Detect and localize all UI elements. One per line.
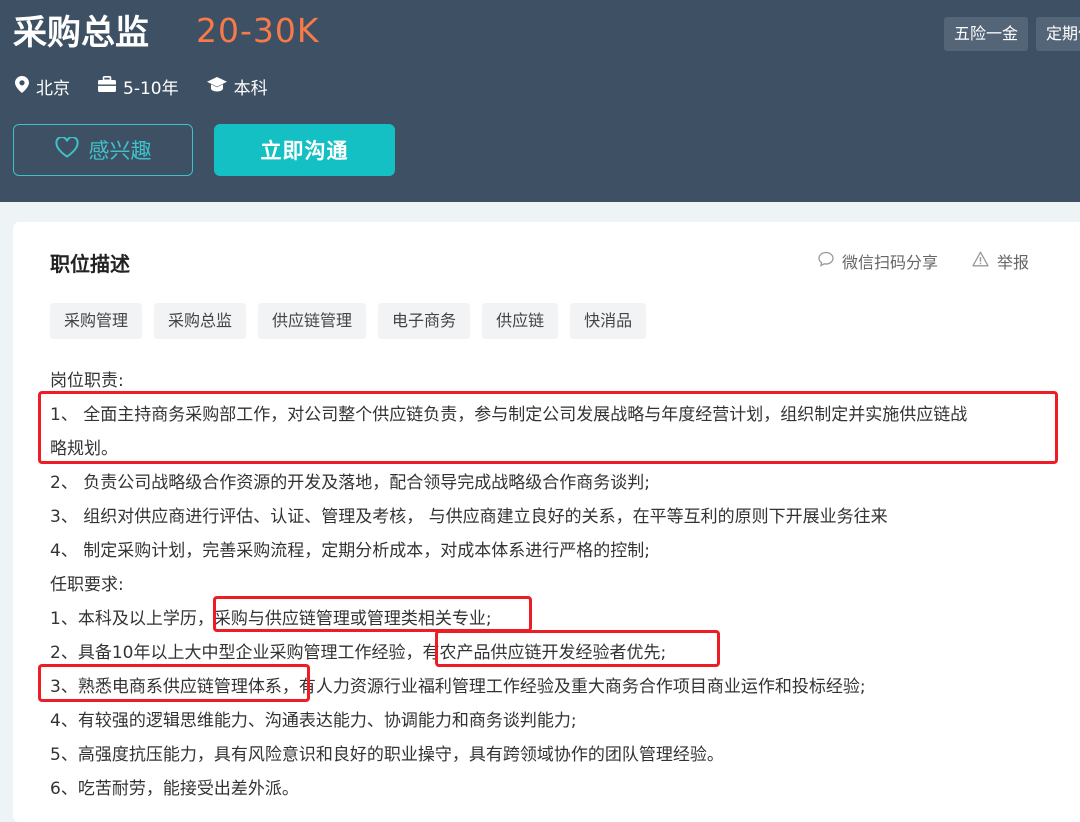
card-actions: 微信扫码分享 举报: [818, 249, 1063, 273]
wechat-share-label: 微信扫码分享: [842, 253, 939, 272]
job-description: 岗位职责: 1、 全面主持商务采购部工作，对公司整个供应链负责，参与制定公司发展…: [50, 364, 1060, 806]
duty-item: 1、 全面主持商务采购部工作，对公司整个供应链负责，参与制定公司发展战略与年度经…: [50, 405, 968, 425]
requirement-item: 1、本科及以上学历，采购与供应链管理或管理类相关专业;: [50, 609, 492, 629]
chat-now-button[interactable]: 立即沟通: [214, 124, 395, 176]
report-label: 举报: [997, 253, 1030, 272]
graduation-cap-icon: [206, 76, 234, 97]
job-title: 采购总监: [13, 13, 149, 53]
job-description-card: 职位描述 微信扫码分享 举报 采购管理 采购总监 供应链管理 电子商务 供应链 …: [13, 222, 1080, 822]
skill-tag: 采购总监: [154, 303, 247, 339]
job-meta: 北京 5-10年 本科: [15, 74, 296, 99]
requirement-item: 2、具备10年以上大中型企业采购管理工作经验，有农产品供应链开发经验者优先;: [50, 643, 667, 663]
interest-button-label: 感兴趣: [88, 139, 152, 163]
requirement-item: 6、吃苦耐劳，能接受出差外派。: [50, 779, 299, 799]
skill-tag: 快消品: [570, 303, 647, 339]
skill-tag: 供应链管理: [258, 303, 367, 339]
wechat-share-link[interactable]: 微信扫码分享: [818, 249, 938, 273]
education: 本科: [206, 74, 268, 99]
interest-button[interactable]: 感兴趣: [13, 124, 193, 176]
requirements-heading: 任职要求:: [50, 575, 124, 595]
job-header: 采购总监 20-30K 五险一金 定期体检 北京 5-10年 本科: [0, 0, 1080, 202]
experience-text: 5-10年: [123, 79, 179, 99]
requirement-item: 3、熟悉电商系供应链管理体系，有人力资源行业福利管理工作经验及重大商务合作项目商…: [50, 677, 866, 697]
location-icon: [15, 75, 36, 98]
requirement-item: 4、有较强的逻辑思维能力、沟通表达能力、协调能力和商务谈判能力;: [50, 711, 577, 731]
duty-item-continued: 略规划。: [50, 439, 118, 459]
skill-tag: 供应链: [482, 303, 559, 339]
benefit-tags: 五险一金 定期体检: [943, 17, 1080, 51]
duties-heading: 岗位职责:: [50, 371, 124, 391]
requirement-item: 5、高强度抗压能力，具有风险意识和良好的职业操守，具有跨领域协作的团队管理经验。: [50, 745, 724, 765]
heart-icon: [54, 136, 89, 163]
salary: 20-30K: [196, 11, 320, 50]
benefit-tag: 定期体检: [1035, 17, 1080, 51]
experience: 5-10年: [98, 74, 179, 99]
skill-tag: 电子商务: [378, 303, 471, 339]
education-text: 本科: [233, 79, 268, 99]
duty-item: 4、 制定采购计划，完善采购流程，定期分析成本，对成本体系进行严格的控制;: [50, 541, 650, 561]
duty-item: 2、 负责公司战略级合作资源的开发及落地，配合领导完成战略级合作商务谈判;: [50, 473, 650, 493]
chat-now-button-label: 立即沟通: [260, 139, 349, 163]
skill-tags: 采购管理 采购总监 供应链管理 电子商务 供应链 快消品: [50, 303, 647, 339]
duty-item: 3、 组织对供应商进行评估、认证、管理及考核， 与供应商建立良好的关系，在平等互…: [50, 507, 888, 527]
briefcase-icon: [98, 76, 123, 97]
location: 北京: [15, 74, 70, 99]
skill-tag: 采购管理: [50, 303, 143, 339]
benefit-tag: 五险一金: [943, 17, 1028, 51]
location-text: 北京: [36, 79, 70, 99]
report-link[interactable]: 举报: [972, 249, 1029, 273]
section-title: 职位描述: [50, 252, 130, 276]
chat-bubble-icon: [818, 251, 842, 271]
warning-icon: [972, 251, 997, 271]
